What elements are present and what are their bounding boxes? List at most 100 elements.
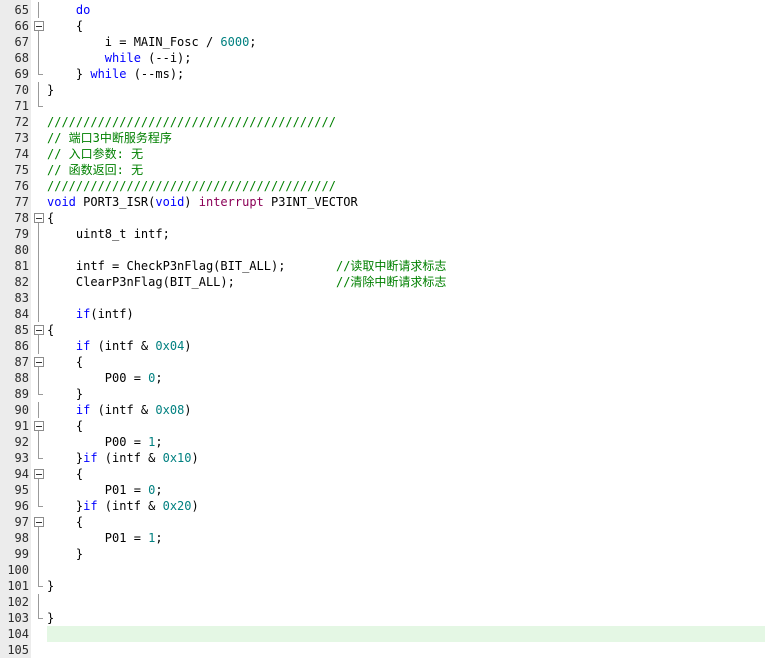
code-text[interactable]: [47, 594, 765, 610]
code-text[interactable]: P01 = 1;: [47, 530, 765, 546]
code-text[interactable]: {: [47, 466, 765, 482]
code-line[interactable]: 75 // 函数返回: 无: [0, 162, 765, 178]
code-line[interactable]: 101}: [0, 578, 765, 594]
code-line[interactable]: 80: [0, 242, 765, 258]
code-line[interactable]: 100: [0, 562, 765, 578]
code-line[interactable]: 90 if (intf & 0x08): [0, 402, 765, 418]
fold-collapse-icon[interactable]: [33, 418, 45, 434]
code-line[interactable]: 70}: [0, 82, 765, 98]
code-keyword: void: [155, 195, 185, 209]
code-line[interactable]: 105: [0, 642, 765, 658]
code-editor[interactable]: 65 do 66 {67 i = MAIN_Fosc / 6000; 68 whil…: [0, 0, 765, 658]
code-line[interactable]: 74 // 入口参数: 无: [0, 146, 765, 162]
code-text[interactable]: uint8_t intf;: [47, 226, 765, 242]
code-line[interactable]: 93 }if (intf & 0x10): [0, 450, 765, 466]
code-line[interactable]: 77 void PORT3_ISR(void) interrupt P3INT_V…: [0, 194, 765, 210]
code-text[interactable]: i = MAIN_Fosc / 6000;: [47, 34, 765, 50]
code-text[interactable]: [47, 562, 765, 578]
code-line[interactable]: 85 {: [0, 322, 765, 338]
code-number: 0x04: [155, 339, 185, 353]
code-line[interactable]: 87 {: [0, 354, 765, 370]
code-line[interactable]: 79 uint8_t intf;: [0, 226, 765, 242]
code-text[interactable]: [47, 626, 765, 642]
fold-empty: [33, 642, 45, 658]
code-text[interactable]: {: [47, 354, 765, 370]
code-line[interactable]: 71: [0, 98, 765, 114]
code-line[interactable]: 91 {: [0, 418, 765, 434]
line-number: 80: [14, 243, 29, 257]
code-text[interactable]: // 入口参数: 无: [47, 146, 765, 162]
code-line[interactable]: 81 intf = CheckP3nFlag(BIT_ALL); //读取中断请…: [0, 258, 765, 274]
code-text[interactable]: P00 = 1;: [47, 434, 765, 450]
code-text[interactable]: {: [47, 18, 765, 34]
code-text[interactable]: }: [47, 82, 765, 98]
code-line[interactable]: 98 P01 = 1;: [0, 530, 765, 546]
line-number: 84: [14, 307, 29, 321]
code-line[interactable]: 96 }if (intf & 0x20): [0, 498, 765, 514]
code-text[interactable]: void PORT3_ISR(void) interrupt P3INT_VEC…: [47, 194, 765, 210]
code-line[interactable]: 73 // 端口3中断服务程序: [0, 130, 765, 146]
code-text[interactable]: [47, 642, 765, 658]
code-text[interactable]: }if (intf & 0x20): [47, 498, 765, 514]
code-line[interactable]: 97 {: [0, 514, 765, 530]
code-line[interactable]: 103}: [0, 610, 765, 626]
fold-collapse-icon[interactable]: [33, 322, 45, 338]
code-text[interactable]: ClearP3nFlag(BIT_ALL); //清除中断请求标志: [47, 274, 765, 290]
code-token: ): [191, 499, 199, 513]
code-text[interactable]: } while (--ms);: [47, 66, 765, 82]
code-line[interactable]: 66 {: [0, 18, 765, 34]
code-line[interactable]: 89 }: [0, 386, 765, 402]
code-text[interactable]: P01 = 0;: [47, 482, 765, 498]
code-text[interactable]: while (--i);: [47, 50, 765, 66]
fold-end-marker: [33, 498, 45, 514]
code-text[interactable]: // 函数返回: 无: [47, 162, 765, 178]
code-text[interactable]: [47, 290, 765, 306]
code-text[interactable]: [47, 242, 765, 258]
code-text[interactable]: if (intf & 0x08): [47, 402, 765, 418]
code-token: }: [47, 83, 55, 97]
code-line[interactable]: 68 while (--i);: [0, 50, 765, 66]
code-text[interactable]: }: [47, 386, 765, 402]
fold-collapse-icon[interactable]: [33, 210, 45, 226]
code-line[interactable]: 72 //////////////////////////////////////…: [0, 114, 765, 130]
code-line[interactable]: 94 {: [0, 466, 765, 482]
line-number: 65: [14, 3, 29, 17]
code-line[interactable]: 86 if (intf & 0x04): [0, 338, 765, 354]
code-text[interactable]: {: [47, 514, 765, 530]
code-text[interactable]: }if (intf & 0x10): [47, 450, 765, 466]
code-text[interactable]: if (intf & 0x04): [47, 338, 765, 354]
code-text[interactable]: [47, 98, 765, 114]
code-text[interactable]: ////////////////////////////////////////: [47, 178, 765, 194]
code-line[interactable]: 67 i = MAIN_Fosc / 6000;: [0, 34, 765, 50]
code-line[interactable]: 83: [0, 290, 765, 306]
code-line[interactable]: 92 P00 = 1;: [0, 434, 765, 450]
code-text[interactable]: // 端口3中断服务程序: [47, 130, 765, 146]
code-line[interactable]: 78 {: [0, 210, 765, 226]
code-text[interactable]: {: [47, 210, 765, 226]
code-line[interactable]: 104: [0, 626, 765, 642]
code-line[interactable]: 76 //////////////////////////////////////…: [0, 178, 765, 194]
code-text[interactable]: do: [47, 2, 765, 18]
code-text[interactable]: }: [47, 546, 765, 562]
code-text[interactable]: if(intf): [47, 306, 765, 322]
code-line[interactable]: 102: [0, 594, 765, 610]
fold-collapse-icon[interactable]: [33, 466, 45, 482]
code-line[interactable]: 99 }: [0, 546, 765, 562]
code-line[interactable]: 95 P01 = 0;: [0, 482, 765, 498]
fold-collapse-icon[interactable]: [33, 514, 45, 530]
code-text[interactable]: P00 = 0;: [47, 370, 765, 386]
code-line[interactable]: 84 if(intf): [0, 306, 765, 322]
code-text[interactable]: }: [47, 578, 765, 594]
code-text[interactable]: ////////////////////////////////////////: [47, 114, 765, 130]
code-line[interactable]: 88 P00 = 0;: [0, 370, 765, 386]
fold-collapse-icon[interactable]: [33, 18, 45, 34]
code-text[interactable]: {: [47, 418, 765, 434]
fold-collapse-icon[interactable]: [33, 354, 45, 370]
code-text[interactable]: {: [47, 322, 765, 338]
code-line[interactable]: 82 ClearP3nFlag(BIT_ALL); //清除中断请求标志: [0, 274, 765, 290]
code-line[interactable]: 65 do: [0, 2, 765, 18]
code-text[interactable]: }: [47, 610, 765, 626]
code-line[interactable]: 69 } while (--ms);: [0, 66, 765, 82]
code-token: ;: [155, 371, 163, 385]
code-text[interactable]: intf = CheckP3nFlag(BIT_ALL); //读取中断请求标志: [47, 258, 765, 274]
